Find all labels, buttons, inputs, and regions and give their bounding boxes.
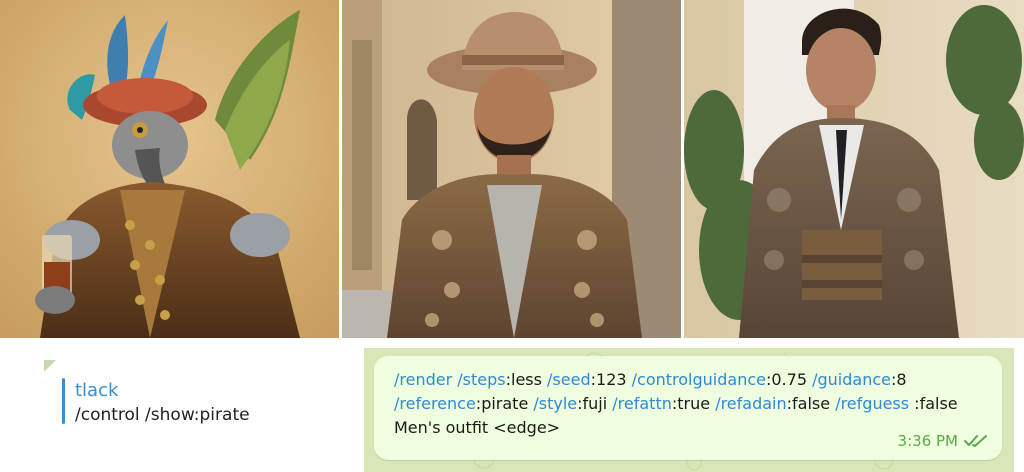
- command-token[interactable]: /refattn: [612, 394, 672, 413]
- command-token[interactable]: /steps: [457, 370, 505, 389]
- argument-token: :0.75: [765, 370, 813, 389]
- quote-corner-decoration: [44, 360, 56, 372]
- argument-token: :123: [590, 370, 632, 389]
- argument-token: :less: [505, 370, 548, 389]
- double-check-icon: [964, 435, 987, 447]
- reply-quote[interactable]: tlack /control /show:pirate: [44, 360, 344, 440]
- quote-accent-bar: [62, 378, 65, 424]
- message-time: 3:36 PM: [897, 432, 958, 450]
- argument-token: :8: [890, 370, 907, 389]
- message-text: /render /steps:less /seed:123 /controlgu…: [394, 368, 984, 440]
- command-token[interactable]: /style: [533, 394, 577, 413]
- command-token[interactable]: /refadain: [715, 394, 786, 413]
- image-man-with-hat[interactable]: [342, 0, 681, 338]
- command-token[interactable]: /seed: [547, 370, 591, 389]
- command-token[interactable]: /guidance: [812, 370, 891, 389]
- image-album: [0, 0, 1024, 338]
- argument-token: :pirate: [475, 394, 534, 413]
- command-token[interactable]: /controlguidance: [632, 370, 766, 389]
- argument-token: :false: [786, 394, 836, 413]
- argument-token: :fuji: [577, 394, 613, 413]
- message-bubble[interactable]: /render /steps:less /seed:123 /controlgu…: [374, 356, 1002, 460]
- image-pirate-parrot[interactable]: [0, 0, 339, 338]
- quote-text: /control /show:pirate: [75, 405, 250, 425]
- message-meta: 3:36 PM: [898, 432, 988, 450]
- command-token[interactable]: /refguess: [835, 394, 909, 413]
- image-man-in-suit[interactable]: [684, 0, 1024, 338]
- quote-author[interactable]: tlack: [75, 380, 118, 401]
- argument-token: :true: [671, 394, 716, 413]
- command-token[interactable]: /render: [394, 370, 457, 389]
- command-token[interactable]: /reference: [394, 394, 476, 413]
